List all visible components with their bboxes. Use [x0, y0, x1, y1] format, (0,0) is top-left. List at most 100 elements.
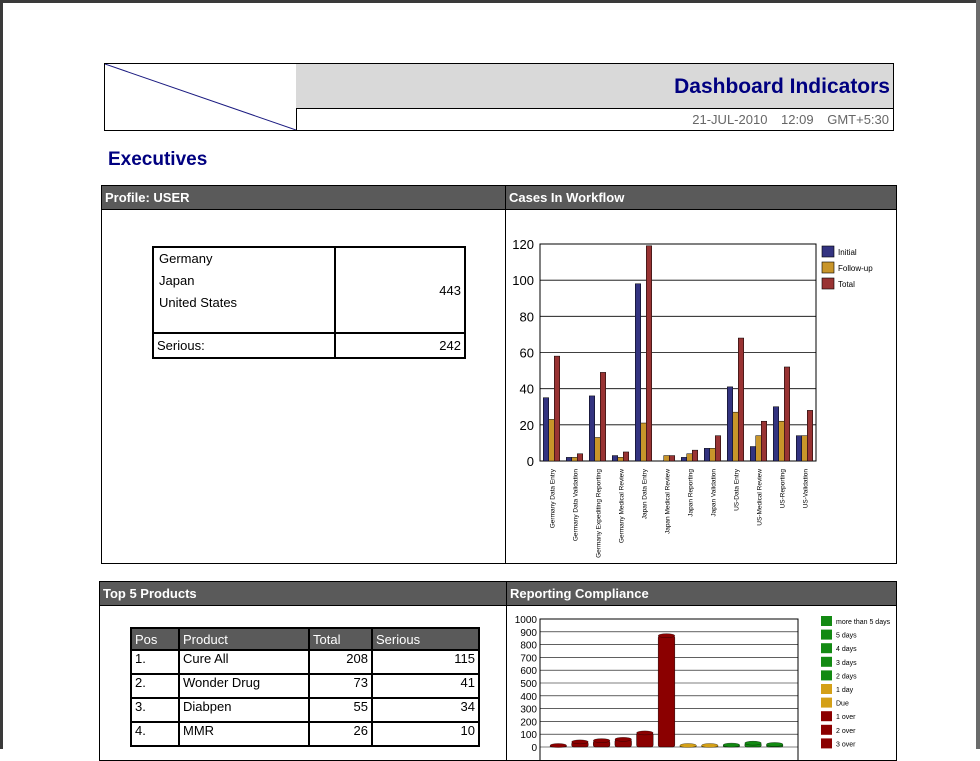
x-tick-label: Japan Reporting: [688, 469, 695, 517]
table-header-row: Pos Product Total Serious: [130, 627, 480, 651]
y-tick-label: 120: [512, 237, 534, 252]
x-tick-label: Germany Medical Review: [619, 469, 626, 543]
bar-follow-up: [755, 435, 762, 462]
bar-follow-up: [640, 422, 647, 462]
legend-label: 1 day: [836, 687, 854, 694]
compliance-bar-cap: [571, 739, 589, 745]
y-tick-label: 800: [520, 641, 537, 652]
x-tick-label: US-Medical Review: [757, 469, 764, 526]
compliance-bar-cap: [658, 633, 675, 638]
bar-initial: [543, 397, 549, 462]
compliance-bar-cap: [744, 741, 762, 746]
y-tick-label: 80: [520, 309, 534, 324]
bar-follow-up: [801, 435, 808, 462]
legend-label: 3 days: [836, 660, 857, 667]
report-timestamp: 21-JUL-2010 12:09 GMT+5:30: [296, 110, 893, 130]
compliance-bar-cap: [766, 742, 784, 747]
bar-total: [807, 410, 813, 462]
y-tick-label: 100: [512, 273, 534, 288]
legend-label: Initial: [838, 248, 857, 257]
products-panel-header: Top 5 Products: [100, 582, 506, 606]
bar-total: [738, 337, 744, 462]
report-header: Dashboard Indicators 21-JUL-2010 12:09 G…: [104, 63, 894, 131]
serious-label: Serious:: [154, 334, 336, 357]
legend-swatch: [821, 656, 832, 667]
bar-total: [761, 420, 767, 462]
reporting-compliance-chart: 01002003004005006007008009001000 more tha…: [515, 615, 891, 760]
bar-follow-up: [617, 457, 624, 462]
y-tick-label: 100: [520, 730, 537, 741]
product-cell: Diabpen: [178, 697, 310, 723]
window-frame-left: [0, 0, 3, 749]
bar-initial: [566, 457, 572, 462]
x-tick-label: Germany Expediting Reporting: [596, 469, 603, 558]
legend-label: Total: [838, 280, 855, 289]
profile-panel: Profile: USER: [101, 185, 506, 564]
bar-initial: [727, 386, 733, 462]
y-tick-label: 300: [520, 705, 537, 716]
legend-swatch: [821, 629, 832, 640]
pos-cell: 3.: [130, 697, 180, 723]
bar-follow-up: [778, 420, 785, 462]
compliance-bar-cap: [722, 742, 740, 748]
x-tick-label: Japan Data Entry: [642, 468, 649, 519]
x-tick-label: US-Data Entry: [734, 468, 741, 511]
compliance-bar-cap: [636, 730, 654, 736]
report-time: 12:09: [781, 112, 814, 127]
bar-follow-up: [594, 437, 601, 462]
bar-follow-up: [732, 411, 739, 462]
profile-case-count: 443: [336, 248, 464, 334]
legend-label: 2 days: [836, 673, 857, 680]
bar-total: [600, 372, 606, 462]
bar-follow-up: [548, 419, 555, 462]
country-item: United States: [159, 295, 238, 310]
x-tick-label: US-Reporting: [780, 469, 787, 509]
column-header-serious: Serious: [371, 627, 480, 651]
legend-swatch: [821, 738, 832, 749]
table-row: 4. MMR 26 10: [130, 721, 480, 747]
y-tick-label: 900: [520, 628, 537, 639]
compliance-bar-cap: [701, 743, 719, 748]
x-tick-label: Germany Data Entry: [550, 468, 557, 528]
total-cell: 26: [308, 721, 373, 747]
profile-summary-table: Germany Japan United States 443 Serious:…: [152, 246, 466, 359]
compliance-bar-cap: [593, 738, 611, 743]
bar-total: [784, 366, 790, 462]
serious-cell: 10: [371, 721, 480, 747]
bar-follow-up: [709, 448, 716, 462]
compliance-panel-header: Reporting Compliance: [507, 582, 896, 606]
legend-swatch: [821, 245, 835, 258]
report-title-bar: Dashboard Indicators: [296, 64, 893, 109]
x-tick-label: Japan Validation: [711, 469, 718, 517]
x-tick-label: Japan Medical Review: [665, 469, 672, 534]
x-tick-label: US-Validation: [803, 469, 810, 509]
report-title: Dashboard Indicators: [674, 75, 890, 98]
profile-panel-header: Profile: USER: [102, 186, 505, 210]
y-tick-label: 600: [520, 666, 537, 677]
x-tick-label: Germany Data Validation: [573, 469, 580, 542]
legend-label: Follow-up: [838, 264, 873, 273]
bar-total: [554, 355, 560, 462]
column-header-pos: Pos: [130, 627, 180, 651]
y-tick-label: 200: [520, 717, 537, 728]
workflow-panel-header: Cases In Workflow: [506, 186, 896, 210]
top-products-table: Pos Product Total Serious 1. Cure All 20…: [130, 627, 480, 747]
bar-initial: [635, 283, 641, 462]
legend-swatch: [821, 261, 835, 274]
column-header-product: Product: [178, 627, 310, 651]
legend-label: 1 over: [836, 714, 856, 721]
legend-swatch: [821, 711, 832, 722]
workflow-panel: Cases In Workflow 0 20 40 60 80 100 120 Germany…: [505, 185, 897, 564]
legend-label: 4 days: [836, 646, 857, 653]
legend-swatch: [821, 684, 832, 694]
pos-cell: 4.: [130, 721, 180, 747]
bar-follow-up: [686, 453, 693, 462]
serious-cell: 34: [371, 697, 480, 723]
bar-total: [692, 449, 698, 462]
y-tick-label: 400: [520, 692, 537, 703]
y-tick-label: 20: [520, 418, 534, 433]
legend-swatch: [821, 277, 835, 290]
y-tick-label: 60: [520, 346, 534, 361]
table-row: 2. Wonder Drug 73 41: [130, 673, 480, 699]
legend-label: Due: [836, 701, 849, 708]
